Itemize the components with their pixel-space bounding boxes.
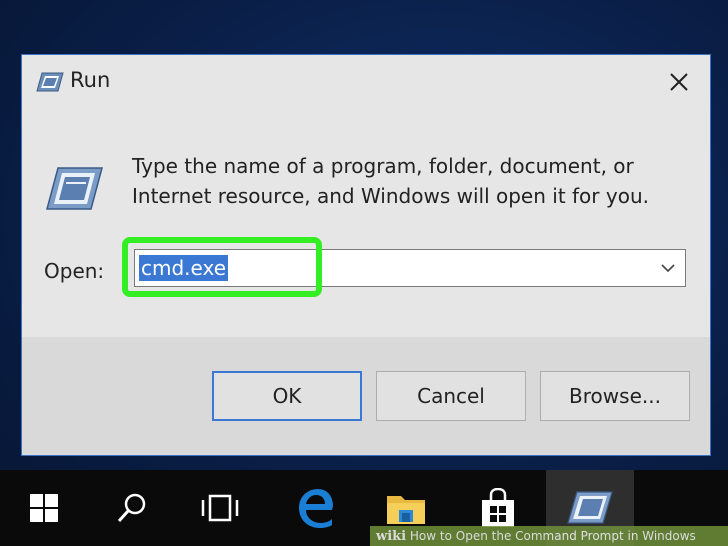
- run-dialog: Run Type the name of a program, folder, …: [21, 54, 711, 456]
- title-bar[interactable]: Run: [22, 55, 710, 109]
- open-combobox[interactable]: cmd.exe: [134, 249, 686, 287]
- dialog-description: Type the name of a program, folder, docu…: [132, 154, 649, 208]
- store-icon: [482, 488, 514, 527]
- run-icon: [36, 71, 64, 93]
- watermark-text: How to Open the Command Prompt in Window…: [409, 529, 696, 543]
- cancel-button[interactable]: Cancel: [376, 371, 526, 421]
- dialog-title: Run: [70, 68, 111, 92]
- open-label: Open:: [44, 259, 105, 283]
- run-icon: [567, 491, 613, 524]
- file-explorer-icon: [387, 496, 425, 524]
- close-icon: [670, 73, 688, 91]
- edge-button[interactable]: [272, 470, 360, 546]
- start-icon: [30, 494, 58, 522]
- dropdown-button[interactable]: [651, 250, 685, 286]
- search-button[interactable]: [88, 470, 176, 546]
- dialog-footer: OK Cancel Browse...: [22, 337, 710, 455]
- start-button[interactable]: [0, 470, 88, 546]
- browse-button[interactable]: Browse...: [540, 371, 690, 421]
- task-view-button[interactable]: [176, 470, 264, 546]
- dialog-content: Type the name of a program, folder, docu…: [22, 109, 710, 337]
- watermark-brand: wiki: [376, 529, 407, 544]
- watermark: wiki How to Open the Command Prompt in W…: [370, 526, 728, 546]
- edge-icon: [299, 489, 333, 528]
- run-program-icon: [44, 165, 104, 213]
- task-view-icon: [201, 494, 239, 522]
- chevron-down-icon: [661, 264, 675, 273]
- close-button[interactable]: [648, 55, 710, 109]
- open-input-value[interactable]: cmd.exe: [139, 255, 229, 281]
- ok-button[interactable]: OK: [212, 371, 362, 421]
- search-icon: [117, 493, 146, 523]
